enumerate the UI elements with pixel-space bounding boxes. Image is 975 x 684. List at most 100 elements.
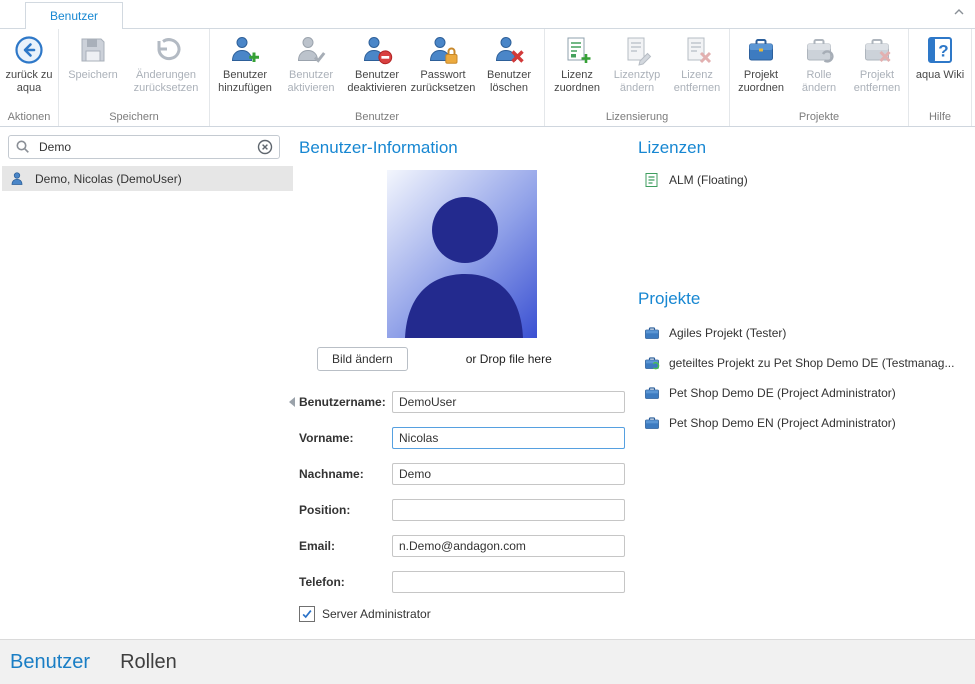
project-item-label: Pet Shop Demo EN (Project Administrator) (669, 416, 896, 430)
ribbon-button-label: Benutzer deaktivieren (344, 69, 410, 95)
ribbon-group-label: Aktionen (2, 110, 56, 126)
checkmark-icon (301, 608, 313, 620)
licenses-title: Lizenzen (638, 138, 975, 158)
aqua-wiki-button[interactable]: ? aqua Wiki (911, 29, 969, 82)
ribbon-button-label: Projekt entfernen (848, 69, 906, 95)
search-icon (15, 139, 31, 155)
back-to-aqua-button[interactable]: zurück zu aqua (2, 29, 56, 95)
ribbon-button-label: Passwort zurücksetzen (410, 69, 476, 95)
change-license-type-button[interactable]: Lizenztyp ändern (607, 29, 667, 95)
briefcase-icon (644, 415, 660, 431)
ribbon-button-label: Lizenztyp ändern (607, 69, 667, 95)
change-role-button[interactable]: Rolle ändern (790, 29, 848, 95)
user-add-icon (229, 34, 261, 66)
ribbon-group-label: Lizensierung (547, 110, 727, 126)
user-icon (10, 171, 26, 187)
form-collapse-arrow[interactable] (289, 397, 295, 407)
ribbon-group-label: Hilfe (911, 110, 969, 126)
assign-license-button[interactable]: Lizenz zuordnen (547, 29, 607, 95)
save-button[interactable]: Speichern (61, 29, 125, 82)
add-user-button[interactable]: Benutzer hinzufügen (212, 29, 278, 95)
position-input[interactable] (392, 499, 625, 521)
username-input[interactable] (392, 391, 625, 413)
license-item-label: ALM (Floating) (669, 173, 748, 187)
ribbon-button-label: Lizenz zuordnen (547, 69, 607, 95)
license-assign-icon (561, 34, 593, 66)
delete-user-button[interactable]: Benutzer löschen (476, 29, 542, 95)
user-list-item-label: Demo, Nicolas (DemoUser) (35, 172, 182, 186)
email-input[interactable] (392, 535, 625, 557)
project-item-label: Pet Shop Demo DE (Project Administrator) (669, 386, 896, 400)
project-list-item[interactable]: geteiltes Projekt zu Pet Shop Demo DE (T… (644, 348, 975, 378)
user-list-item[interactable]: Demo, Nicolas (DemoUser) (2, 166, 293, 191)
footer-nav-rollen[interactable]: Rollen (120, 651, 177, 674)
save-icon (77, 34, 109, 66)
wiki-icon: ? (924, 34, 956, 66)
remove-license-button[interactable]: Lizenz entfernen (667, 29, 727, 95)
project-list-item[interactable]: Pet Shop Demo EN (Project Administrator) (644, 408, 975, 438)
briefcase-icon (644, 385, 660, 401)
server-admin-checkbox[interactable] (299, 606, 315, 622)
lastname-input[interactable] (392, 463, 625, 485)
undo-icon (150, 34, 182, 66)
license-remove-icon (681, 34, 713, 66)
ribbon-button-label: Projekt zuordnen (732, 69, 790, 95)
briefcase-icon (644, 325, 660, 341)
ribbon-button-label: aqua Wiki (916, 69, 964, 82)
change-image-button[interactable]: Bild ändern (317, 347, 408, 371)
ribbon-button-label: Lizenz entfernen (667, 69, 727, 95)
reset-changes-button[interactable]: Änderungen zurücksetzen (125, 29, 207, 95)
project-remove-icon (861, 34, 893, 66)
lastname-label: Nachname: (299, 467, 392, 481)
ribbon-group-label: Benutzer (212, 110, 542, 126)
ribbon: zurück zu aqua Aktionen Speichern Änderu… (0, 29, 975, 127)
firstname-input[interactable] (392, 427, 625, 449)
user-form: Benutzername: Vorname: Nachname: Positio… (299, 391, 630, 593)
user-info-title: Benutzer-Information (299, 138, 630, 158)
project-assign-icon (745, 34, 777, 66)
ribbon-collapse-chevron-icon[interactable] (951, 4, 967, 20)
user-deactivate-icon (361, 34, 393, 66)
svg-text:?: ? (938, 42, 948, 61)
project-item-label: geteiltes Projekt zu Pet Shop Demo DE (T… (669, 356, 954, 370)
assignments-panel: Lizenzen ALM (Floating) Projekte Agiles … (632, 128, 975, 639)
ribbon-group-projekte: Projekt zuordnen Rolle ändern Projekt en… (730, 29, 909, 126)
projects-title: Projekte (638, 289, 975, 309)
user-search-box (8, 135, 280, 159)
ribbon-group-label: Projekte (732, 110, 906, 126)
back-arrow-icon (13, 34, 45, 66)
phone-label: Telefon: (299, 575, 392, 589)
user-list-panel: Demo, Nicolas (DemoUser) (0, 128, 296, 639)
clear-search-icon[interactable] (257, 139, 273, 155)
username-label: Benutzername: (299, 395, 392, 409)
phone-input[interactable] (392, 571, 625, 593)
drop-file-hint: or Drop file here (466, 352, 552, 366)
avatar-silhouette (387, 170, 537, 338)
ribbon-button-label: Rolle ändern (790, 69, 848, 95)
user-password-icon (427, 34, 459, 66)
activate-user-button[interactable]: Benutzer aktivieren (278, 29, 344, 95)
reset-password-button[interactable]: Passwort zurücksetzen (410, 29, 476, 95)
ribbon-button-label: Benutzer hinzufügen (212, 69, 278, 95)
firstname-label: Vorname: (299, 431, 392, 445)
ribbon-group-label: Speichern (61, 110, 207, 126)
ribbon-group-hilfe: ? aqua Wiki Hilfe (909, 29, 972, 126)
user-search-input[interactable] (37, 139, 251, 155)
role-change-icon (803, 34, 835, 66)
ribbon-button-label: zurück zu aqua (2, 69, 56, 95)
remove-project-button[interactable]: Projekt entfernen (848, 29, 906, 95)
deactivate-user-button[interactable]: Benutzer deaktivieren (344, 29, 410, 95)
footer-nav-benutzer[interactable]: Benutzer (10, 651, 90, 674)
avatar-drop-area[interactable] (387, 170, 537, 338)
tab-benutzer[interactable]: Benutzer (25, 2, 123, 29)
assign-project-button[interactable]: Projekt zuordnen (732, 29, 790, 95)
position-label: Position: (299, 503, 392, 517)
license-list-item[interactable]: ALM (Floating) (644, 167, 975, 193)
ribbon-button-label: Änderungen zurücksetzen (125, 69, 207, 95)
briefcase-shared-icon (644, 355, 660, 371)
license-icon (644, 172, 660, 188)
ribbon-button-label: Benutzer löschen (476, 69, 542, 95)
project-list-item[interactable]: Pet Shop Demo DE (Project Administrator) (644, 378, 975, 408)
license-edit-icon (621, 34, 653, 66)
project-list-item[interactable]: Agiles Projekt (Tester) (644, 318, 975, 348)
